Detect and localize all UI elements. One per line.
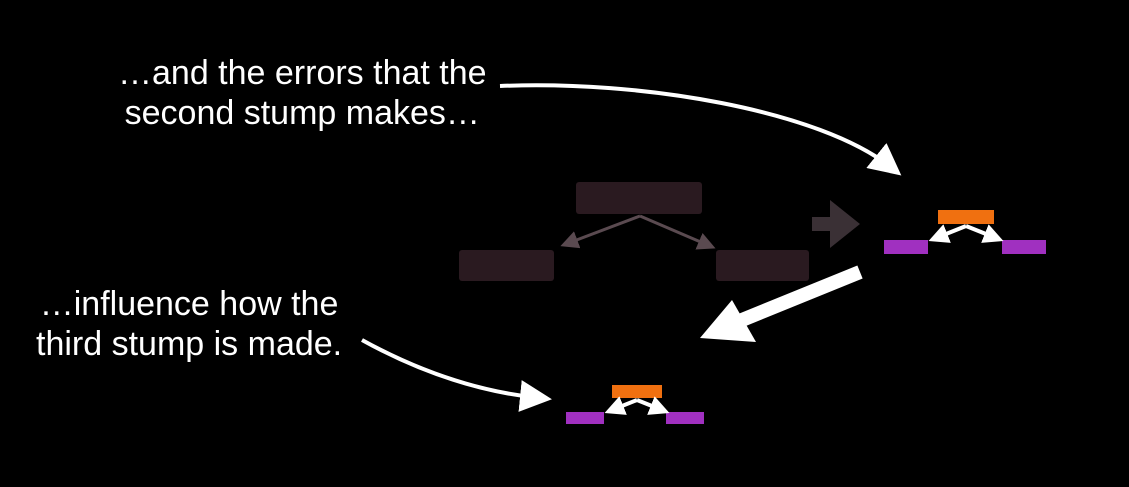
caption-third-stump-influence: …influence how the third stump is made. xyxy=(36,284,342,364)
transition-arrow-icon xyxy=(812,200,860,248)
faded-right-leaf xyxy=(716,250,809,281)
caption-line: …and the errors that the xyxy=(118,54,487,92)
faded-right-branch xyxy=(639,214,716,250)
curved-arrow-bottom-icon xyxy=(361,338,552,412)
caption-second-stump-errors: …and the errors that the second stump ma… xyxy=(118,53,487,133)
faded-left-leaf xyxy=(459,250,554,281)
stump-left-leaf xyxy=(566,412,604,424)
caption-line: second stump makes… xyxy=(124,94,480,132)
stump-left-leaf xyxy=(884,240,928,254)
stump-root-node xyxy=(938,210,994,224)
caption-line: …influence how the xyxy=(39,285,339,323)
caption-line: third stump is made. xyxy=(36,325,343,363)
stump-left-arrow-icon xyxy=(604,396,638,415)
stump-right-leaf xyxy=(666,412,704,424)
stump-left-arrow-icon xyxy=(928,224,967,243)
faded-left-branch xyxy=(560,214,641,249)
big-arrow-icon xyxy=(700,265,863,342)
stump-right-arrow-icon xyxy=(636,396,670,415)
stump-right-arrow-icon xyxy=(965,224,1004,243)
curved-arrow-top-icon xyxy=(499,83,902,176)
stump-root-node xyxy=(612,385,662,398)
faded-tree xyxy=(459,182,809,281)
faded-root-node xyxy=(576,182,702,214)
third-stump xyxy=(566,385,704,424)
second-stump xyxy=(884,210,1046,254)
stump-right-leaf xyxy=(1002,240,1046,254)
